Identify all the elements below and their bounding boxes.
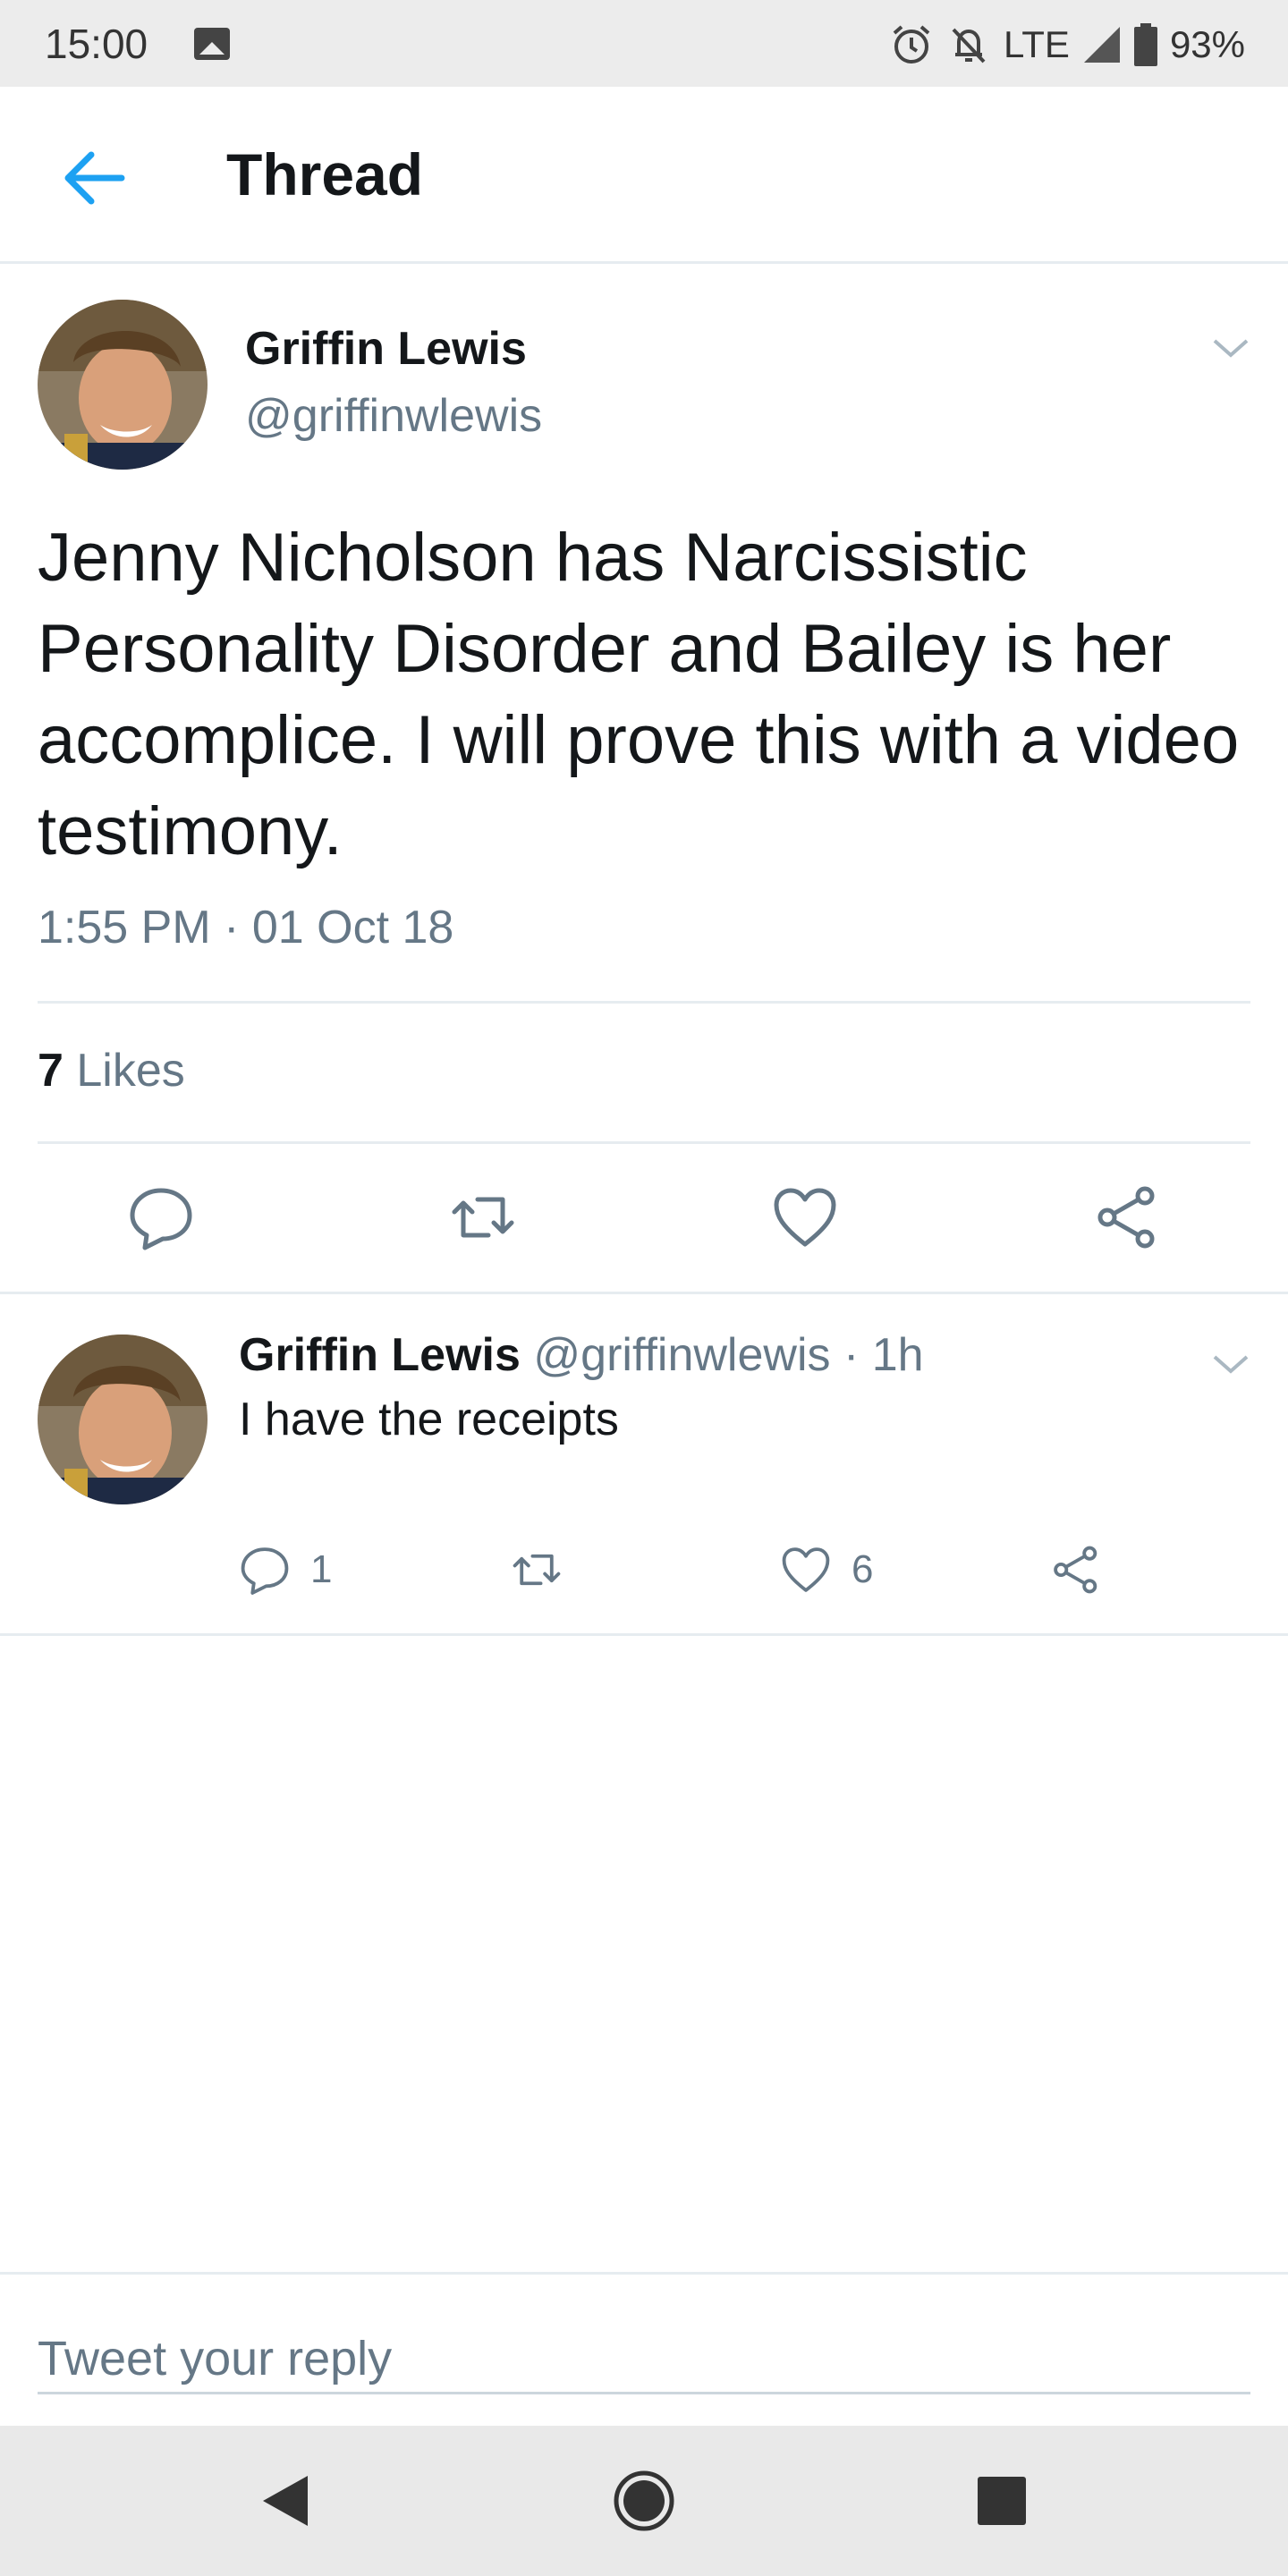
likes-number: 7 [38,1045,64,1097]
status-bar: 15:00 LTE 93% [0,0,1288,87]
main-tweet: Griffin Lewis @griffinwlewis Jenny Nicho… [0,264,1288,1294]
like-count: 6 [852,1547,874,1591]
reply-button[interactable]: 1 [239,1543,332,1597]
reply-count: 1 [310,1547,333,1591]
chevron-down-icon[interactable] [1211,335,1250,360]
signal-icon [1083,27,1120,63]
likes-label: Likes [76,1045,185,1097]
back-triangle-icon[interactable] [254,2469,318,2533]
image-icon [194,28,230,60]
chevron-down-icon[interactable] [1211,1352,1250,1377]
home-circle-icon[interactable] [612,2469,676,2533]
reply-composer [0,2272,1288,2426]
retweet-button[interactable] [511,1543,563,1597]
notifications-off-icon [952,28,986,64]
share-icon [1054,1546,1097,1594]
navigation-bar [0,2426,1288,2576]
thread-header: Thread [0,87,1288,264]
battery-percent: 93% [1169,23,1245,65]
share-icon[interactable] [1093,1183,1161,1251]
retweet-icon [513,1554,561,1586]
likes-count[interactable]: 7 Likes [38,1044,185,1097]
reply-text: I have the receipts [239,1394,619,1445]
reply-icon [241,1547,289,1595]
like-icon[interactable] [771,1183,839,1251]
avatar[interactable] [38,1335,208,1504]
divider [38,1001,1250,1004]
like-icon [782,1547,830,1592]
reply-input[interactable] [38,2325,1250,2394]
author-name[interactable]: Griffin Lewis [245,322,527,376]
page-title: Thread [226,141,424,208]
share-button[interactable] [1050,1543,1102,1597]
author-name[interactable]: Griffin Lewis [239,1329,521,1381]
divider [38,1141,1250,1144]
alarm-icon [893,25,930,64]
status-icons: LTE 93% [889,20,1245,70]
reply-tweet[interactable]: Griffin Lewis @griffinwlewis · 1h I have… [0,1294,1288,1636]
battery-icon [1133,23,1157,66]
recents-square-icon[interactable] [970,2469,1034,2533]
arrow-left-icon[interactable] [63,149,125,207]
avatar[interactable] [38,300,208,470]
network-label: LTE [1004,23,1070,65]
like-button[interactable]: 6 [780,1543,873,1597]
reply-icon[interactable] [127,1183,195,1251]
tweet-timestamp: 1:55 PM · 01 Oct 18 [38,902,454,953]
author-handle[interactable]: @griffinwlewis [245,389,542,443]
tweet-text: Jenny Nicholson has Narcissistic Persona… [38,520,1240,869]
retweet-icon[interactable] [449,1183,517,1251]
author-handle-time: @griffinwlewis · 1h [533,1329,924,1381]
reply-header: Griffin Lewis @griffinwlewis · 1h [239,1328,924,1382]
status-time: 15:00 [45,21,148,67]
